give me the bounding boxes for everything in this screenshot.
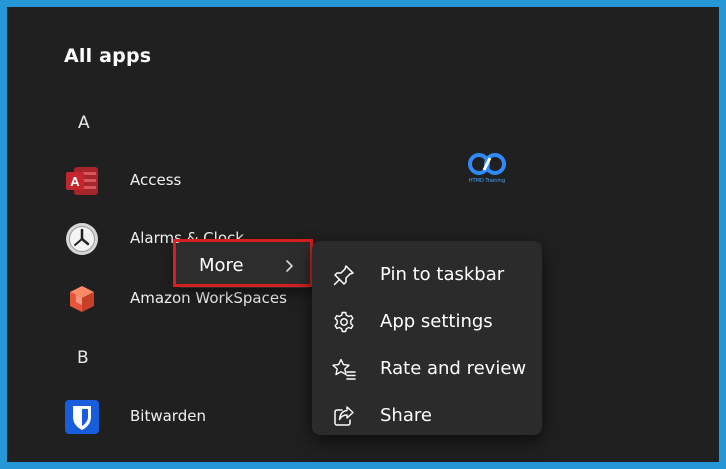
submenu-item-rate-and-review[interactable]: Rate and review (318, 348, 536, 388)
submenu-item-share[interactable]: Share (318, 395, 536, 435)
app-item-access[interactable]: A Access (7, 161, 307, 201)
highlight-box (173, 239, 313, 287)
access-icon: A (64, 163, 100, 199)
watermark-text: HTMD Training (468, 178, 506, 184)
submenu-item-app-settings[interactable]: App settings (318, 301, 536, 341)
alarm-clock-icon (64, 221, 100, 257)
watermark-logo: HTMD Training (464, 150, 510, 188)
more-submenu: Pin to taskbar App settings Rate and rev… (312, 241, 542, 435)
submenu-item-pin-to-taskbar[interactable]: Pin to taskbar (318, 254, 536, 294)
group-letter-a[interactable]: A (78, 113, 90, 133)
app-label-amazon-workspaces: Amazon WorkSpaces (130, 289, 287, 307)
submenu-label-pin-to-taskbar: Pin to taskbar (380, 264, 505, 285)
submenu-label-rate-and-review: Rate and review (380, 358, 527, 379)
app-label-access: Access (130, 171, 182, 189)
svg-text:A: A (70, 174, 80, 189)
star-list-icon (332, 357, 356, 381)
share-icon (332, 404, 356, 428)
submenu-label-app-settings: App settings (380, 311, 493, 332)
amazon-workspaces-icon (64, 281, 100, 317)
group-letter-b[interactable]: B (77, 348, 89, 368)
app-label-bitwarden: Bitwarden (130, 407, 206, 425)
all-apps-heading: All apps (64, 45, 152, 67)
start-menu-all-apps: All apps A A Access Alarms & Clock Amazo… (7, 7, 719, 462)
app-item-bitwarden[interactable]: Bitwarden (7, 397, 307, 437)
pin-icon (332, 263, 356, 287)
submenu-label-share: Share (380, 405, 432, 426)
gear-icon (332, 310, 356, 334)
bitwarden-icon (64, 399, 100, 435)
